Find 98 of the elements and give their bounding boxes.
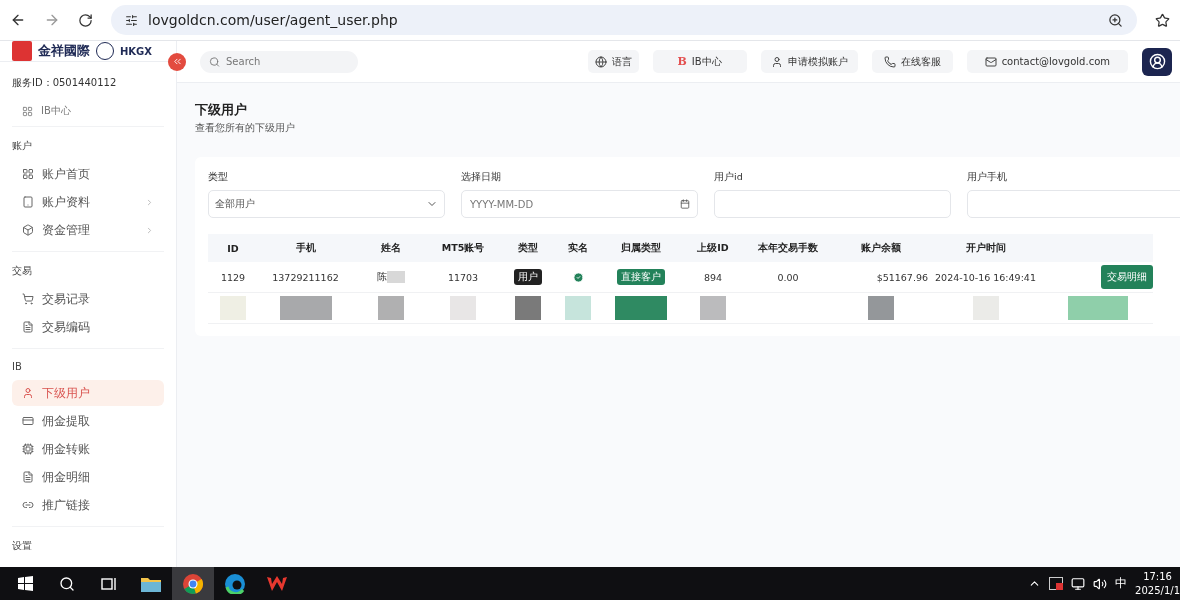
double-chevron-icon bbox=[171, 56, 183, 67]
back-icon bbox=[10, 12, 26, 28]
input-field[interactable] bbox=[714, 190, 951, 218]
grid-icon bbox=[22, 105, 33, 117]
ime-indicator[interactable]: 中 bbox=[1115, 575, 1128, 592]
button-icon bbox=[594, 55, 607, 68]
redacted-block bbox=[1068, 296, 1128, 320]
sidebar-item[interactable]: 佣金转账 bbox=[12, 436, 164, 462]
sidebar-item[interactable]: 交易编码 bbox=[12, 314, 164, 340]
task-view-icon[interactable] bbox=[101, 576, 117, 591]
header-button[interactable]: contact@lovgold.com bbox=[966, 50, 1128, 73]
column-header: 上级ID bbox=[683, 234, 743, 262]
button-icon bbox=[984, 55, 997, 68]
section-title: 交易 bbox=[12, 264, 33, 278]
windows-icon[interactable] bbox=[17, 576, 33, 591]
redacted-block bbox=[220, 296, 246, 320]
star-icon bbox=[1155, 12, 1170, 28]
date-field[interactable]: YYYY-MM-DD bbox=[461, 190, 698, 218]
network-icon bbox=[1071, 576, 1086, 591]
table-cell: 0.00 bbox=[743, 262, 833, 293]
redacted-block bbox=[279, 296, 332, 320]
filter-label: 用户手机 bbox=[967, 171, 1008, 184]
redacted-block bbox=[614, 296, 667, 320]
sidebar-item[interactable]: 资金管理 bbox=[12, 217, 164, 243]
table-cell: 11703 bbox=[428, 262, 498, 293]
redacted-block bbox=[450, 296, 476, 320]
header-button[interactable]: 在线客服 bbox=[871, 50, 953, 73]
page-title: 下级用户 bbox=[195, 101, 248, 119]
clock-date: 2025/1/1 bbox=[1135, 583, 1180, 598]
filter-label: 类型 bbox=[208, 171, 229, 184]
type-select[interactable]: 全部用户 bbox=[208, 190, 445, 218]
table-cell: 2024-10-16 16:49:41 bbox=[928, 262, 1043, 293]
brand-name: 金祥國際 bbox=[38, 42, 90, 60]
redacted-block bbox=[700, 296, 726, 320]
search-icon bbox=[59, 575, 75, 592]
details-button[interactable]: 交易明细 bbox=[1101, 265, 1153, 289]
filter-label: 选择日期 bbox=[461, 171, 502, 184]
sidebar-item[interactable]: 佣金明细 bbox=[12, 464, 164, 490]
redacted-block bbox=[867, 296, 894, 320]
avatar-button[interactable] bbox=[1142, 47, 1172, 76]
column-header: 归属类型 bbox=[598, 234, 683, 262]
table-cell: 13729211162 bbox=[258, 262, 353, 293]
table-cell: 陈 bbox=[376, 270, 387, 284]
section-title: IB bbox=[12, 361, 23, 372]
service-id: 服务ID：0501440112 bbox=[12, 76, 118, 90]
sidebar-item[interactable]: 账户首页 bbox=[12, 161, 164, 187]
forward-icon bbox=[44, 12, 60, 28]
wps-icon[interactable] bbox=[267, 575, 287, 592]
header-button[interactable]: 语言 bbox=[587, 50, 639, 73]
section-title: 设置 bbox=[12, 539, 33, 553]
button-icon bbox=[770, 55, 783, 68]
volume-icon bbox=[1093, 576, 1108, 591]
app-tray-icon bbox=[1049, 577, 1064, 590]
logo-icon bbox=[12, 41, 32, 61]
table-cell: 894 bbox=[683, 262, 743, 293]
column-header: ID bbox=[208, 234, 258, 262]
section-title: 账户 bbox=[12, 139, 33, 153]
column-header: 本年交易手数 bbox=[743, 234, 833, 262]
column-header: 开户时间 bbox=[928, 234, 1043, 262]
sidebar-item[interactable]: 交易记录 bbox=[12, 286, 164, 312]
collapse-button[interactable] bbox=[168, 52, 186, 71]
type-badge: 用户 bbox=[514, 269, 542, 285]
column-header: 账户余额 bbox=[833, 234, 928, 262]
redacted-block bbox=[565, 296, 591, 320]
sidebar-item[interactable]: 佣金提取 bbox=[12, 408, 164, 434]
column-header: 类型 bbox=[498, 234, 558, 262]
address-bar[interactable]: lovgoldcn.com/user/agent_user.php bbox=[111, 5, 1137, 35]
column-header: 手机 bbox=[258, 234, 353, 262]
page-subtitle: 查看您所有的下级用户 bbox=[195, 122, 296, 135]
brand-name: HKGX bbox=[120, 45, 153, 57]
redacted-block bbox=[515, 296, 541, 320]
reload-icon bbox=[78, 12, 93, 28]
column-header: MT5账号 bbox=[428, 234, 498, 262]
column-header: 实名 bbox=[558, 234, 598, 262]
chrome-icon[interactable] bbox=[183, 573, 203, 594]
header-button[interactable]: B IB中心 bbox=[652, 50, 747, 73]
button-icon bbox=[883, 55, 896, 68]
sidebar-item[interactable]: 下级用户 bbox=[12, 380, 164, 406]
header-button[interactable]: 申请模拟账户 bbox=[760, 50, 858, 73]
site-settings-icon bbox=[125, 13, 138, 27]
zoom-icon bbox=[1108, 12, 1123, 28]
search-field[interactable]: Search bbox=[200, 50, 358, 73]
affiliation-badge: 直接客户 bbox=[616, 269, 665, 285]
user-icon bbox=[1148, 53, 1166, 70]
clock-time: 17:16 bbox=[1143, 569, 1172, 584]
column-header: 姓名 bbox=[353, 234, 428, 262]
redacted-block bbox=[377, 296, 404, 320]
sidebar-item[interactable]: 账户资料 bbox=[12, 189, 164, 215]
sidebar-item[interactable]: 推广链接 bbox=[12, 492, 164, 518]
table-cell: 1129 bbox=[208, 262, 258, 293]
calendar-icon bbox=[680, 199, 690, 209]
url-text: lovgoldcn.com/user/agent_user.php bbox=[148, 12, 399, 28]
edge-icon[interactable] bbox=[225, 573, 245, 594]
folder-icon[interactable] bbox=[141, 575, 161, 592]
filter-label: 用户id bbox=[714, 171, 744, 184]
table-cell: $51167.96 bbox=[833, 262, 928, 293]
sidebar-item[interactable]: IB中心 bbox=[12, 98, 164, 124]
input-field[interactable] bbox=[967, 190, 1180, 218]
